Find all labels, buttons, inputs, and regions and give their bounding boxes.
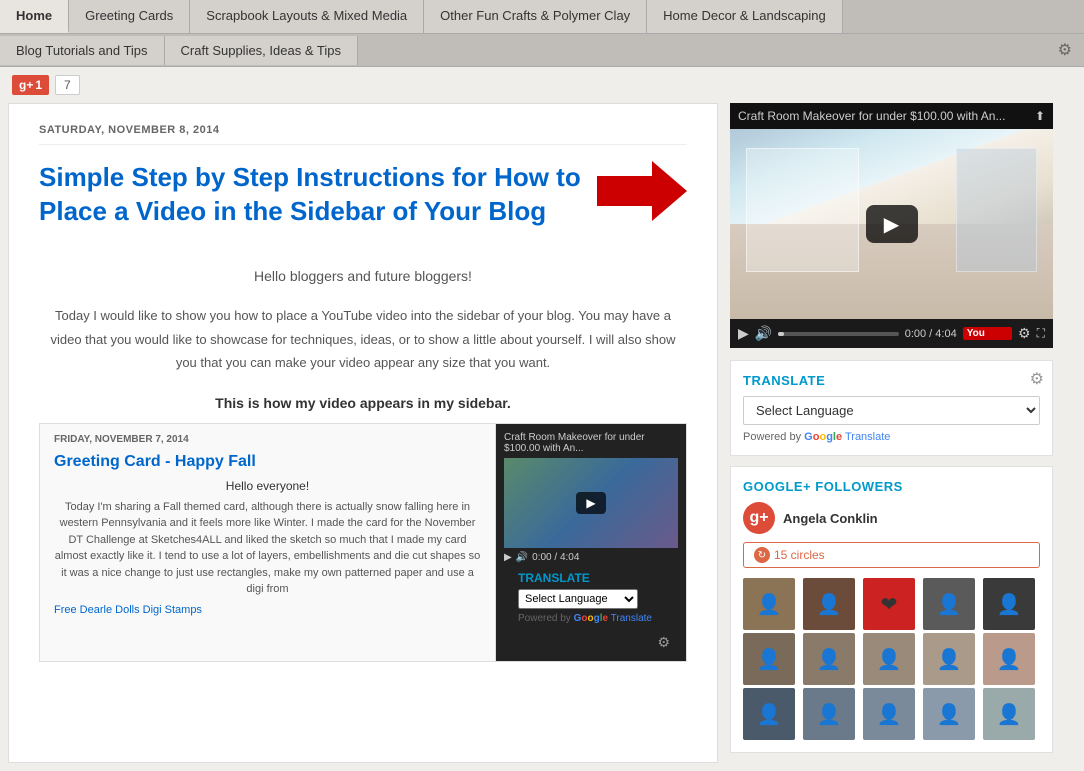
settings-ctrl-icon[interactable]: ⚙ (1018, 325, 1031, 342)
gplus-user-name: Angela Conklin (783, 511, 878, 526)
sidebar-play-button[interactable]: ▶ (866, 205, 918, 243)
play-icon[interactable]: ▶ (738, 325, 749, 342)
nested-play-button[interactable]: ▶ (576, 492, 606, 514)
nested-video-thumb: ▶ (504, 458, 678, 548)
nested-translate: TRANSLATE Select Language Powered by Goo… (504, 563, 678, 632)
circles-count: 15 circles (774, 548, 825, 562)
gplus-bar: g+ 1 7 (0, 67, 1084, 103)
follower-avatar[interactable]: 👤 (743, 578, 795, 630)
follower-avatar[interactable]: 👤 (923, 633, 975, 685)
tab-other-crafts[interactable]: Other Fun Crafts & Polymer Clay (424, 0, 647, 33)
nested-volume-icon[interactable]: 🔊 (516, 552, 528, 563)
follower-avatar[interactable]: 👤 (863, 688, 915, 740)
gplus-followers-title: GOOGLE+ FOLLOWERS (743, 479, 1040, 494)
sidebar-gplus-followers: GOOGLE+ FOLLOWERS g+ Angela Conklin ↻ 15… (730, 466, 1053, 753)
sidebar-video-header: Craft Room Makeover for under $100.00 wi… (730, 103, 1053, 129)
red-arrow (597, 161, 687, 221)
gplus-plus: 1 (35, 78, 42, 92)
nested-video-title: Craft Room Makeover for under $100.00 wi… (504, 432, 678, 454)
gplus-user-icon: g+ (743, 502, 775, 534)
post-title: Simple Step by Step Instructions for How… (39, 161, 587, 229)
circles-button[interactable]: ↻ 15 circles (743, 542, 1040, 568)
post-intro: Hello bloggers and future bloggers! (39, 265, 687, 289)
follower-avatar[interactable]: 👤 (863, 633, 915, 685)
sidebar: Craft Room Makeover for under $100.00 wi… (718, 103, 1053, 763)
powered-by: Powered by Google Translate (743, 431, 1040, 443)
follower-avatar[interactable]: 👤 (803, 578, 855, 630)
post-body: Today I would like to show you how to pl… (39, 304, 687, 374)
nested-text: Today I'm sharing a Fall themed card, al… (54, 499, 481, 598)
nested-translate-label: TRANSLATE (518, 571, 664, 585)
sidebar-video-widget: Craft Room Makeover for under $100.00 wi… (730, 103, 1053, 348)
tab-craft-supplies[interactable]: Craft Supplies, Ideas & Tips (165, 36, 358, 65)
volume-icon[interactable]: 🔊 (755, 325, 772, 342)
circles-icon: ↻ (754, 547, 770, 563)
nested-date: FRIDAY, NOVEMBER 7, 2014 (54, 434, 481, 445)
nested-right: Craft Room Makeover for under $100.00 wi… (496, 424, 686, 661)
sidebar-video-title: Craft Room Makeover for under $100.00 wi… (738, 109, 1005, 123)
follower-avatar[interactable]: 👤 (923, 578, 975, 630)
nested-language-select[interactable]: Select Language (518, 589, 638, 609)
follower-avatar[interactable]: ❤ (863, 578, 915, 630)
nested-video-controls: ▶ 🔊 0:00 / 4:04 (504, 552, 678, 563)
translate-settings-icon[interactable]: ⚙ (1030, 369, 1044, 389)
nested-powered: Powered by Google Translate (518, 613, 664, 624)
post-date: SATURDAY, NOVEMBER 8, 2014 (39, 124, 687, 145)
nested-wrench-icon[interactable]: ⚙ (657, 634, 670, 651)
gplus-button[interactable]: g+ 1 (12, 75, 49, 95)
language-select[interactable]: Select Language (743, 396, 1040, 425)
fullscreen-icon[interactable]: ⛶ (1037, 326, 1045, 341)
sidebar-video-controls: ▶ 🔊 0:00 / 4:04 YouTube ⚙ ⛶ (730, 319, 1053, 348)
nested-time: 0:00 / 4:04 (532, 552, 579, 563)
post-title-area: Simple Step by Step Instructions for How… (39, 161, 687, 245)
follower-avatar[interactable]: 👤 (743, 688, 795, 740)
follower-avatar[interactable]: 👤 (743, 633, 795, 685)
follower-avatar[interactable]: 👤 (923, 688, 975, 740)
nested-link[interactable]: Free Dearle Dolls Digi Stamps (54, 604, 202, 616)
time-display: 0:00 / 4:04 (905, 328, 957, 340)
settings-icon[interactable]: ⚙ (1046, 34, 1084, 66)
tab-blog-tutorials[interactable]: Blog Tutorials and Tips (0, 36, 165, 65)
sidebar-video-thumb: ▶ (730, 129, 1053, 319)
follower-avatar[interactable]: 👤 (983, 688, 1035, 740)
nested-play-icon[interactable]: ▶ (504, 552, 512, 563)
follower-avatar[interactable]: 👤 (983, 578, 1035, 630)
follower-avatar[interactable]: 👤 (983, 633, 1035, 685)
tab-scrapbook[interactable]: Scrapbook Layouts & Mixed Media (190, 0, 424, 33)
post-subtitle: This is how my video appears in my sideb… (39, 395, 687, 411)
nested-left: FRIDAY, NOVEMBER 7, 2014 Greeting Card -… (40, 424, 496, 661)
top-nav: Home Greeting Cards Scrapbook Layouts & … (0, 0, 1084, 34)
gplus-user: g+ Angela Conklin (743, 502, 1040, 534)
main-container: SATURDAY, NOVEMBER 8, 2014 Simple Step b… (0, 103, 1084, 771)
share-icon[interactable]: ⬆ (1035, 109, 1045, 123)
time-progress (778, 332, 784, 336)
nested-hello: Hello everyone! (54, 479, 481, 493)
translate-title: TRANSLATE (743, 373, 1040, 388)
gplus-count: 7 (55, 75, 80, 95)
youtube-logo: YouTube (963, 327, 1012, 340)
nested-preview: FRIDAY, NOVEMBER 7, 2014 Greeting Card -… (39, 423, 687, 662)
time-bar (778, 332, 899, 336)
follower-avatar[interactable]: 👤 (803, 633, 855, 685)
tab-home-decor[interactable]: Home Decor & Landscaping (647, 0, 843, 33)
sidebar-translate: TRANSLATE Select Language Powered by Goo… (730, 360, 1053, 456)
nested-title: Greeting Card - Happy Fall (54, 453, 481, 471)
tab-home[interactable]: Home (0, 0, 69, 33)
second-nav: Blog Tutorials and Tips Craft Supplies, … (0, 34, 1084, 67)
blog-content: SATURDAY, NOVEMBER 8, 2014 Simple Step b… (8, 103, 718, 763)
followers-grid: 👤 👤 ❤ 👤 👤 👤 👤 👤 👤 👤 👤 👤 👤 👤 👤 (743, 578, 1040, 740)
gplus-icon: g+ (19, 78, 33, 92)
tab-greeting-cards[interactable]: Greeting Cards (69, 0, 190, 33)
follower-avatar[interactable]: 👤 (803, 688, 855, 740)
